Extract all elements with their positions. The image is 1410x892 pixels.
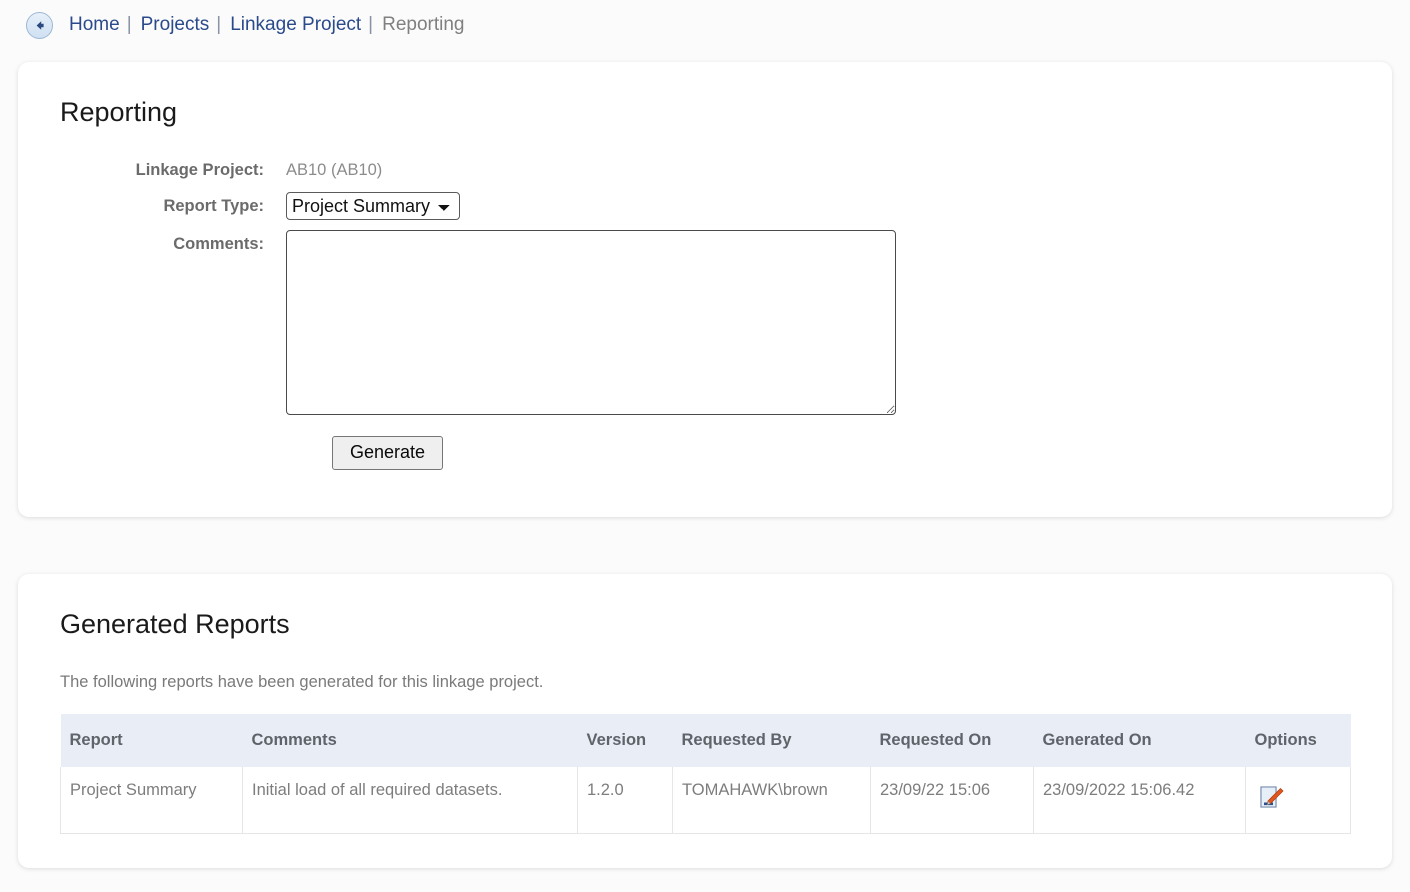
breadcrumb-item-linkage-project[interactable]: Linkage Project — [230, 14, 361, 36]
table-header-row: Report Comments Version Requested By Req… — [60, 714, 1351, 767]
column-header-options: Options — [1245, 714, 1351, 767]
generate-button[interactable]: Generate — [332, 436, 444, 470]
reports-table-head: Report Comments Version Requested By Req… — [60, 714, 1351, 767]
generated-reports-title: Generated Reports — [60, 609, 290, 639]
comments-label: Comments: — [173, 235, 264, 253]
cell-options — [1245, 767, 1351, 834]
cell-generated-on: 23/09/2022 15:06.42 — [1033, 767, 1246, 834]
generated-reports-description: The following reports have been generate… — [60, 673, 544, 691]
linkage-project-value: AB10 (AB10) — [286, 161, 383, 179]
column-header-version: Version — [577, 714, 673, 767]
generated-reports-card: Generated Reports The following reports … — [18, 574, 1392, 868]
column-header-comments: Comments — [242, 714, 578, 767]
cell-requested-on: 23/09/22 15:06 — [870, 767, 1034, 834]
column-header-requested-by: Requested By — [672, 714, 871, 767]
table-row: Project Summary Initial load of all requ… — [60, 767, 1351, 834]
column-header-requested-on: Requested On — [870, 714, 1034, 767]
breadcrumb: Home | Projects | Linkage Project | Repo… — [0, 0, 1410, 50]
column-header-generated-on: Generated On — [1033, 714, 1246, 767]
report-type-label: Report Type: — [163, 197, 264, 215]
linkage-project-label: Linkage Project: — [135, 161, 264, 179]
reporting-card: Reporting Linkage Project: AB10 (AB10) R… — [18, 62, 1392, 517]
breadcrumb-separator: | — [216, 14, 222, 35]
comments-input[interactable] — [286, 230, 896, 415]
breadcrumb-item-reporting: Reporting — [382, 14, 465, 35]
breadcrumb-separator: | — [126, 14, 132, 35]
report-type-select[interactable]: Project Summary — [286, 192, 460, 220]
reports-table-body: Project Summary Initial load of all requ… — [60, 767, 1351, 834]
reporting-form: Linkage Project: AB10 (AB10) Report Type… — [18, 156, 1392, 470]
form-row-comments: Comments: — [18, 230, 1392, 415]
column-header-report: Report — [60, 714, 243, 767]
cell-version: 1.2.0 — [577, 767, 673, 834]
form-actions: Generate — [18, 436, 1392, 470]
edit-report-icon[interactable] — [1255, 781, 1287, 813]
cell-report: Project Summary — [60, 767, 243, 834]
breadcrumb-item-projects[interactable]: Projects — [141, 14, 210, 36]
reports-table: Report Comments Version Requested By Req… — [60, 714, 1351, 834]
breadcrumb-separator: | — [368, 14, 374, 35]
cell-requested-by: TOMAHAWK\brown — [672, 767, 871, 834]
breadcrumb-item-home[interactable]: Home — [69, 14, 120, 36]
back-arrow-circle-icon[interactable] — [26, 11, 53, 39]
page-title: Reporting — [60, 97, 178, 127]
form-row-linkage-project: Linkage Project: AB10 (AB10) — [18, 156, 1392, 182]
cell-comments: Initial load of all required datasets. — [242, 767, 578, 834]
reports-table-wrapper: Report Comments Version Requested By Req… — [18, 692, 1392, 834]
form-row-report-type: Report Type: Project Summary — [18, 192, 1392, 220]
